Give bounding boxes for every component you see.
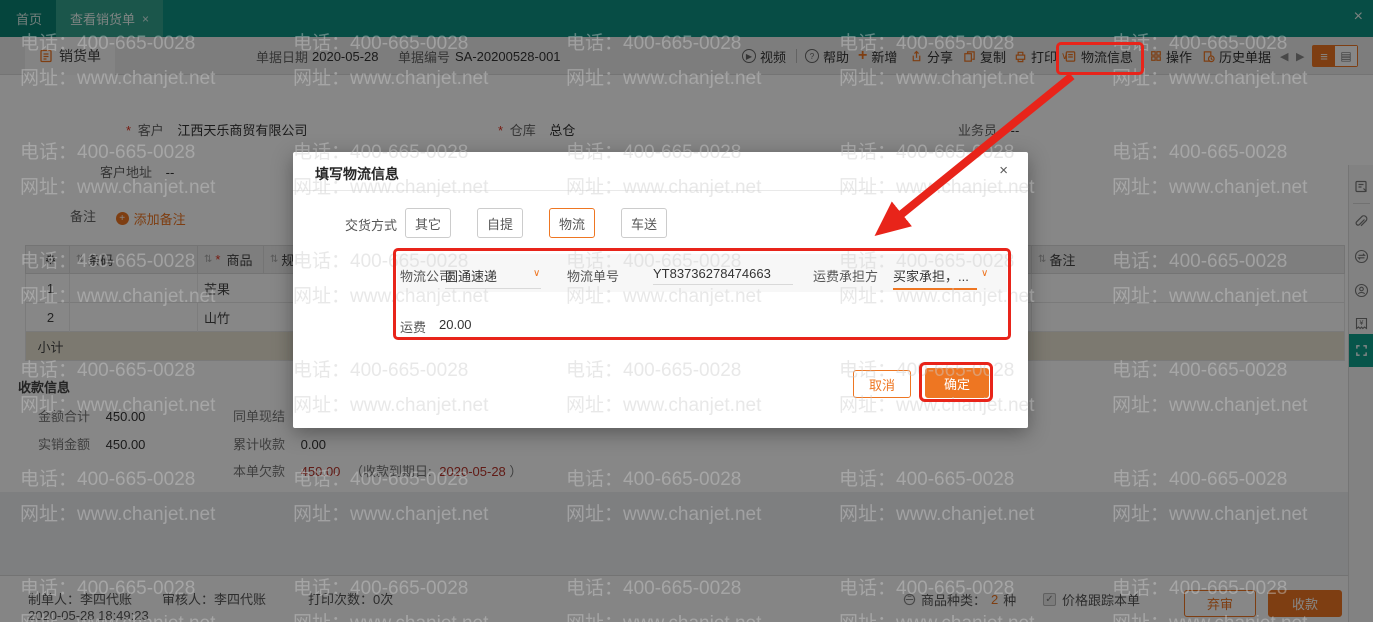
freight-value[interactable]: 20.00 bbox=[439, 317, 472, 332]
modal-header: 填写物流信息 × bbox=[293, 152, 1028, 191]
cancel-button[interactable]: 取消 bbox=[853, 370, 911, 398]
payer-label: 运费承担方 bbox=[813, 269, 879, 284]
delivery-method-label: 交货方式 bbox=[345, 218, 398, 233]
modal-title: 填写物流信息 bbox=[315, 166, 399, 182]
modal-close-icon[interactable]: × bbox=[999, 162, 1008, 179]
delivery-option-logistics[interactable]: 物流 bbox=[549, 208, 595, 238]
chevron-down-icon[interactable]: ∨ bbox=[533, 268, 540, 279]
freight-label: 运费 bbox=[400, 320, 427, 335]
delivery-option-truck[interactable]: 车送 bbox=[621, 208, 667, 238]
delivery-option-other[interactable]: 其它 bbox=[405, 208, 451, 238]
payer-select[interactable]: 买家承担，... bbox=[893, 266, 977, 290]
delivery-option-pickup[interactable]: 自提 bbox=[477, 208, 523, 238]
chevron-down-icon[interactable]: ∨ bbox=[981, 268, 988, 279]
logistics-modal: 填写物流信息 × 交货方式 其它 自提 物流 车送 物流公司 圆通速递 ∨ 物流… bbox=[293, 152, 1028, 428]
confirm-button[interactable]: 确定 bbox=[925, 368, 989, 398]
tracking-input[interactable]: YT83736278474663 bbox=[653, 266, 793, 285]
tracking-label: 物流单号 bbox=[567, 269, 620, 284]
company-select[interactable]: 圆通速递 bbox=[445, 266, 541, 289]
